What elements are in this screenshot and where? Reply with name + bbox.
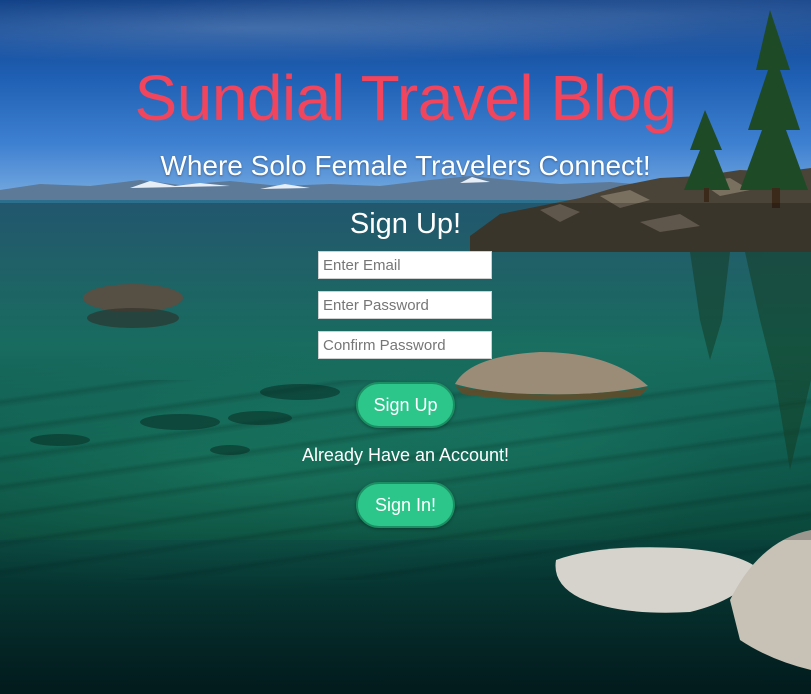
email-field[interactable] (318, 251, 492, 279)
confirm-password-field[interactable] (318, 331, 492, 359)
site-tagline: Where Solo Female Travelers Connect! (160, 150, 651, 181)
signup-page: Sundial Travel Blog Where Solo Female Tr… (0, 0, 811, 694)
sign-in-button[interactable]: Sign In! (356, 482, 455, 528)
sign-up-button[interactable]: Sign Up (356, 382, 455, 428)
existing-account-prompt: Already Have an Account! (301, 445, 510, 465)
signup-heading: Sign Up! (349, 208, 462, 240)
password-field[interactable] (318, 291, 492, 319)
site-title: Sundial Travel Blog (134, 62, 677, 134)
